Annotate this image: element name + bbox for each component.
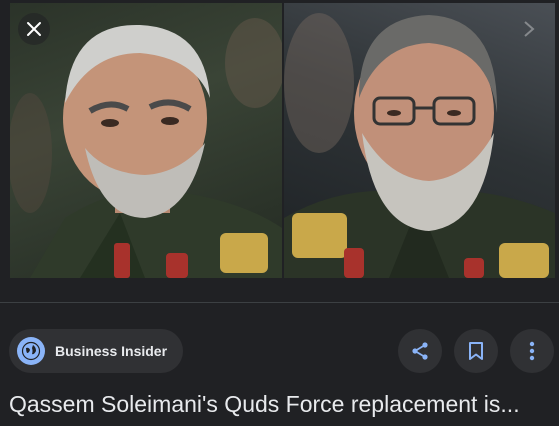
next-image-button[interactable] [514,13,544,45]
save-button[interactable] [454,329,498,373]
globe-icon [17,337,45,365]
result-title-link[interactable]: Qassem Soleimani's Quds Force replacemen… [9,388,554,420]
source-name: Business Insider [55,343,168,359]
more-options-button[interactable] [510,329,554,373]
image-viewer [0,0,559,282]
share-button[interactable] [398,329,442,373]
close-button[interactable] [18,13,50,45]
share-icon [412,342,428,360]
chevron-right-icon [524,21,535,37]
more-vert-icon [529,341,535,361]
close-icon [27,22,41,36]
divider [0,302,559,303]
left-photo [10,3,282,278]
source-chip[interactable]: Business Insider [9,329,184,373]
bookmark-icon [469,342,483,360]
